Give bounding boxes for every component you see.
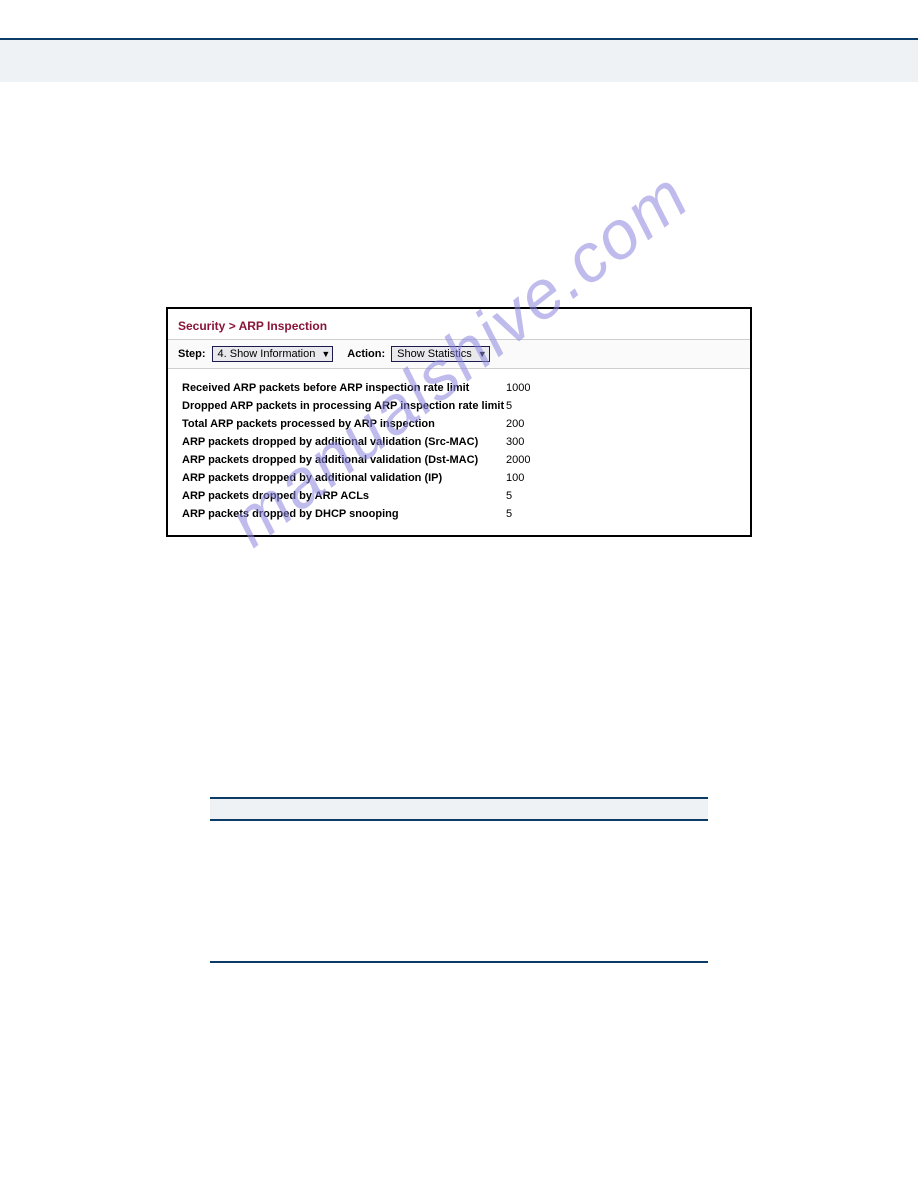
table-row: Received ARP packets before ARP inspecti… [182, 379, 736, 397]
stat-value: 1000 [506, 382, 566, 394]
stat-label: Received ARP packets before ARP inspecti… [182, 382, 506, 394]
stat-label: ARP packets dropped by ARP ACLs [182, 490, 506, 502]
control-bar: Step: 4. Show Information ▼ Action: Show… [168, 339, 750, 369]
section-band [210, 797, 708, 821]
table-row: ARP packets dropped by ARP ACLs 5 [182, 487, 736, 505]
stat-value: 100 [506, 472, 566, 484]
table-row: Total ARP packets processed by ARP inspe… [182, 415, 736, 433]
stats-table: Received ARP packets before ARP inspecti… [168, 369, 750, 535]
table-row: ARP packets dropped by additional valida… [182, 469, 736, 487]
step-label: Step: [178, 348, 206, 360]
stat-value: 200 [506, 418, 566, 430]
step-dropdown-value: 4. Show Information [218, 348, 316, 360]
stat-label: ARP packets dropped by DHCP snooping [182, 508, 506, 520]
step-dropdown[interactable]: 4. Show Information ▼ [212, 346, 334, 362]
stat-value: 5 [506, 400, 566, 412]
top-band [0, 40, 918, 82]
body-rule [210, 961, 708, 963]
table-row: Dropped ARP packets in processing ARP in… [182, 397, 736, 415]
chevron-down-icon: ▼ [321, 350, 330, 359]
stat-label: Total ARP packets processed by ARP inspe… [182, 418, 506, 430]
stat-label: ARP packets dropped by additional valida… [182, 436, 506, 448]
breadcrumb: Security > ARP Inspection [168, 309, 750, 339]
stat-value: 300 [506, 436, 566, 448]
action-label: Action: [347, 348, 385, 360]
table-row: ARP packets dropped by DHCP snooping 5 [182, 505, 736, 523]
arp-inspection-panel: Security > ARP Inspection Step: 4. Show … [166, 307, 752, 537]
stat-label: ARP packets dropped by additional valida… [182, 472, 506, 484]
stat-value: 2000 [506, 454, 566, 466]
chevron-down-icon: ▼ [478, 350, 487, 359]
stat-label: Dropped ARP packets in processing ARP in… [182, 400, 506, 412]
action-dropdown[interactable]: Show Statistics ▼ [391, 346, 490, 362]
table-row: ARP packets dropped by additional valida… [182, 433, 736, 451]
table-row: ARP packets dropped by additional valida… [182, 451, 736, 469]
stat-label: ARP packets dropped by additional valida… [182, 454, 506, 466]
stat-value: 5 [506, 490, 566, 502]
action-dropdown-value: Show Statistics [397, 348, 472, 360]
stat-value: 5 [506, 508, 566, 520]
